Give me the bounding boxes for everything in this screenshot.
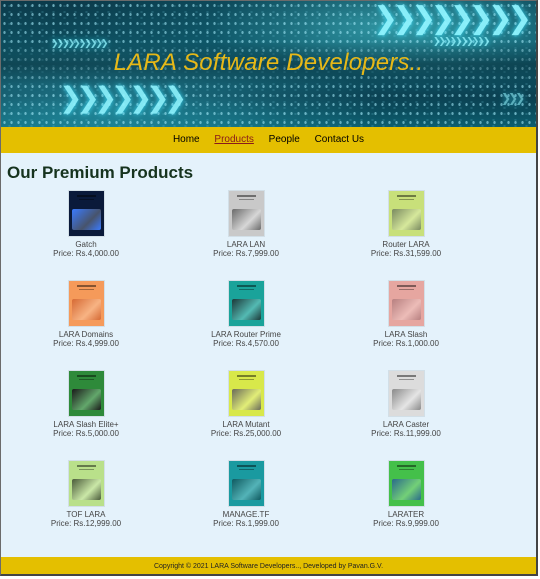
chevrons-decoration: ❯❯❯❯❯❯❯❯❯❯	[433, 37, 490, 47]
nav-home[interactable]: Home	[173, 134, 200, 145]
product-image[interactable]	[228, 191, 264, 236]
product-name: TOF LARA	[66, 510, 106, 519]
product-card[interactable]: LARA Router Prime Price: Rs.4,570.00	[161, 281, 331, 348]
product-price: Price: Rs.11,999.00	[371, 429, 441, 438]
product-card[interactable]: LARA Domains Price: Rs.4,999.00	[1, 281, 171, 348]
product-image[interactable]	[228, 371, 264, 416]
product-name: LARA Slash	[384, 330, 428, 339]
main-content: Our Premium Products Gatch Price: Rs.4,00…	[1, 153, 536, 557]
nav-people[interactable]: People	[269, 134, 300, 145]
product-price: Price: Rs.12,999.00	[50, 519, 122, 528]
page-title: Our Premium Products	[7, 163, 194, 182]
product-card[interactable]: LARATER Price: Rs.9,999.00	[321, 461, 491, 528]
product-card[interactable]: LARA Caster Price: Rs.11,999.00	[321, 371, 491, 438]
product-name: LARA Domains	[58, 330, 114, 339]
product-price: Price: Rs.1,999.00	[213, 519, 279, 528]
product-price: Price: Rs.4,570.00	[213, 339, 279, 348]
product-name: LARATER	[387, 510, 425, 519]
product-price: Price: Rs.7,999.00	[213, 249, 279, 258]
header-banner: ❯❯❯❯❯❯❯❯ ❯❯❯❯❯❯❯ ❯❯❯❯❯❯❯❯❯❯ ❯❯❯❯❯❯❯❯❯❯ ❯…	[1, 1, 536, 127]
product-name: LARA LAN	[226, 240, 266, 249]
nav-products[interactable]: Products	[214, 134, 253, 145]
product-price: Price: Rs.4,999.00	[53, 339, 119, 348]
product-card[interactable]: LARA LAN Price: Rs.7,999.00	[161, 191, 331, 258]
product-image[interactable]	[388, 191, 424, 236]
product-card[interactable]: MANAGE.TF Price: Rs.1,999.00	[161, 461, 331, 528]
product-name: LARA Slash Elite+	[53, 420, 119, 429]
product-image[interactable]	[68, 461, 104, 506]
product-name: Gatch	[75, 240, 97, 249]
product-image[interactable]	[228, 281, 264, 326]
product-price: Price: Rs.4,000.00	[53, 249, 119, 258]
product-name: Router LARA	[382, 240, 430, 249]
chevrons-decoration: ❯❯❯❯❯❯❯❯	[373, 1, 532, 36]
chevrons-decoration: ❯❯❯	[501, 91, 525, 105]
product-name: LARA Mutant	[222, 420, 270, 429]
product-image[interactable]	[388, 371, 424, 416]
chevrons-decoration: ❯❯❯❯❯❯❯❯❯❯	[51, 39, 108, 49]
product-card[interactable]: LARA Slash Elite+ Price: Rs.5,000.00	[1, 371, 171, 438]
site-title: LARA Software Developers..	[113, 49, 424, 76]
product-card[interactable]: LARA Slash Price: Rs.1,000.00	[321, 281, 491, 348]
product-price: Price: Rs.25,000.00	[210, 429, 282, 438]
product-name: MANAGE.TF	[222, 510, 270, 519]
product-image[interactable]	[68, 281, 104, 326]
product-price: Price: Rs.9,999.00	[373, 519, 439, 528]
product-card[interactable]: Gatch Price: Rs.4,000.00	[1, 191, 171, 258]
product-price: Price: Rs.31,599.00	[370, 249, 442, 258]
product-card[interactable]: TOF LARA Price: Rs.12,999.00	[1, 461, 171, 528]
product-image[interactable]	[388, 281, 424, 326]
product-price: Price: Rs.5,000.00	[53, 429, 119, 438]
footer: Copyright © 2021 LARA Software Developer…	[1, 557, 536, 574]
product-image[interactable]	[228, 461, 264, 506]
product-name: LARA Caster	[382, 420, 430, 429]
page-frame: ❯❯❯❯❯❯❯❯ ❯❯❯❯❯❯❯ ❯❯❯❯❯❯❯❯❯❯ ❯❯❯❯❯❯❯❯❯❯ ❯…	[0, 0, 538, 576]
chevrons-decoration: ❯❯❯❯❯❯❯	[59, 81, 187, 114]
main-nav: Home Products People Contact Us	[1, 127, 536, 153]
product-image[interactable]	[388, 461, 424, 506]
product-name: LARA Router Prime	[211, 330, 281, 339]
nav-contact-us[interactable]: Contact Us	[315, 134, 364, 145]
product-price: Price: Rs.1,000.00	[373, 339, 439, 348]
product-card[interactable]: Router LARA Price: Rs.31,599.00	[321, 191, 491, 258]
product-card[interactable]: LARA Mutant Price: Rs.25,000.00	[161, 371, 331, 438]
product-image[interactable]	[68, 371, 104, 416]
product-image[interactable]	[68, 191, 104, 236]
